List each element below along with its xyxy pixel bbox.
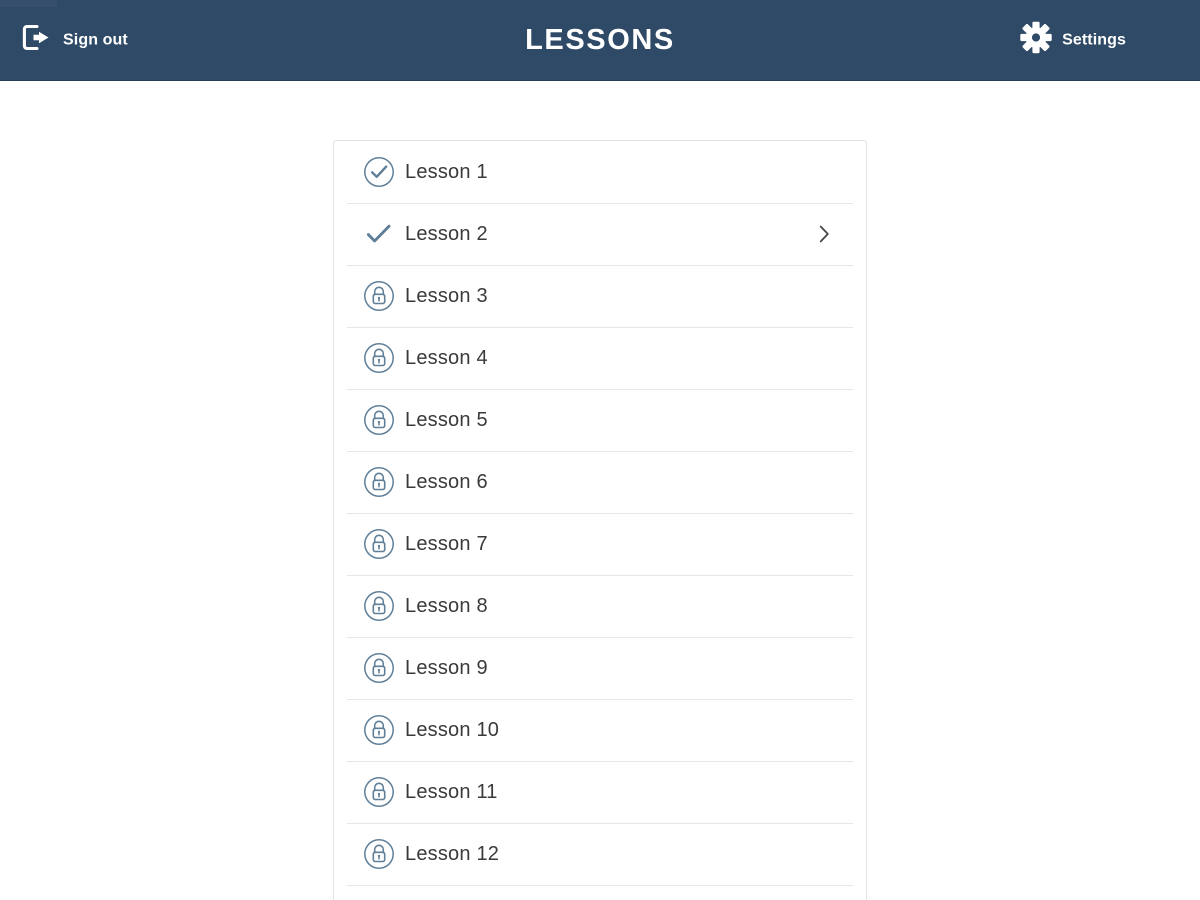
- lesson-label: Lesson 4: [405, 346, 488, 369]
- gear-icon: [1019, 21, 1053, 60]
- lesson-label: Lesson 7: [405, 532, 488, 555]
- lock-circle-icon: [363, 838, 395, 870]
- lesson-label: Lesson 6: [405, 470, 488, 493]
- lock-circle-icon: [363, 404, 395, 436]
- lock-circle-icon: [363, 714, 395, 746]
- lesson-row[interactable]: Lesson 6: [334, 451, 866, 513]
- lesson-label: Lesson 2: [405, 222, 488, 245]
- lesson-row[interactable]: Lesson 12: [334, 823, 866, 885]
- lock-circle-icon: [363, 528, 395, 560]
- check-icon: [363, 218, 395, 250]
- lock-circle-icon: [363, 652, 395, 684]
- lesson-row[interactable]: Lesson 5: [334, 389, 866, 451]
- check-circle-icon: [363, 156, 395, 188]
- lesson-row[interactable]: Lesson 10: [334, 699, 866, 761]
- lesson-row[interactable]: Lesson 2: [334, 203, 866, 265]
- header-corner-accent: [0, 0, 57, 7]
- lesson-row[interactable]: Lesson 13: [334, 885, 866, 900]
- lesson-label: Lesson 5: [405, 408, 488, 431]
- lesson-label: Lesson 1: [405, 160, 488, 183]
- lesson-label: Lesson 9: [405, 656, 488, 679]
- lesson-label: Lesson 11: [405, 780, 498, 803]
- lesson-row[interactable]: Lesson 8: [334, 575, 866, 637]
- lesson-row[interactable]: Lesson 7: [334, 513, 866, 575]
- lesson-row[interactable]: Lesson 4: [334, 327, 866, 389]
- app-header: Sign out LESSONS Settings: [0, 0, 1200, 81]
- lock-circle-icon: [363, 342, 395, 374]
- lesson-label: Lesson 8: [405, 594, 488, 617]
- lock-circle-icon: [363, 776, 395, 808]
- lesson-label: Lesson 3: [405, 284, 488, 307]
- lesson-row[interactable]: Lesson 11: [334, 761, 866, 823]
- lesson-row[interactable]: Lesson 1: [334, 141, 866, 203]
- page-body: Lesson 1 Lesson 2 Lesson 3 Lesson 4 Lesson 5…: [0, 81, 1200, 900]
- settings-label: Settings: [1062, 31, 1126, 48]
- lock-circle-icon: [363, 466, 395, 498]
- chevron-right-icon[interactable]: [816, 224, 832, 244]
- lock-circle-icon: [363, 280, 395, 312]
- lesson-label: Lesson 12: [405, 842, 500, 865]
- settings-button[interactable]: Settings: [1019, 21, 1126, 60]
- lesson-row[interactable]: Lesson 3: [334, 265, 866, 327]
- lesson-label: Lesson 10: [405, 718, 500, 741]
- lesson-row[interactable]: Lesson 9: [334, 637, 866, 699]
- lesson-list-card: Lesson 1 Lesson 2 Lesson 3 Lesson 4 Lesson 5…: [333, 140, 867, 900]
- lock-circle-icon: [363, 590, 395, 622]
